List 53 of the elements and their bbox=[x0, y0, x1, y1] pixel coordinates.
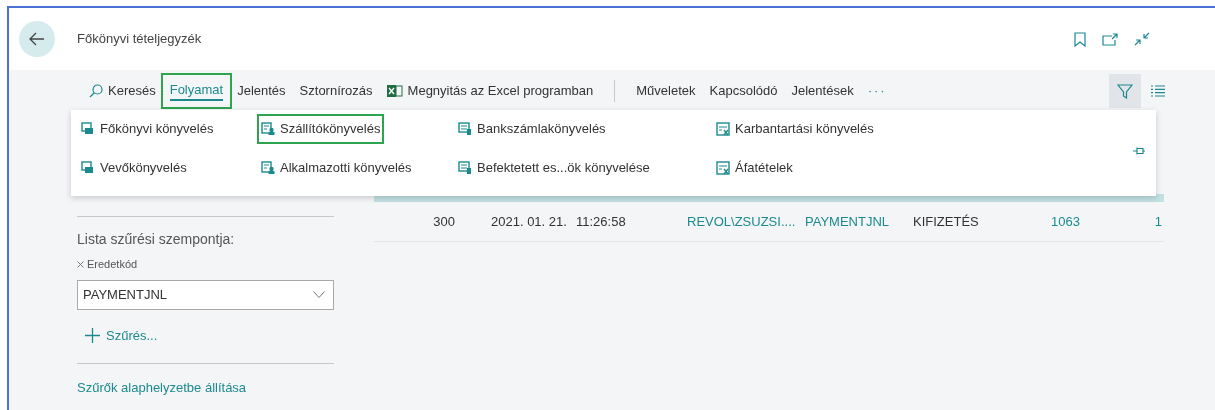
menu-item[interactable]: Áfatételek bbox=[714, 155, 795, 181]
table-link[interactable]: PAYMENTJNL bbox=[805, 213, 890, 229]
filter-icon bbox=[1117, 83, 1133, 99]
back-button[interactable] bbox=[19, 21, 55, 57]
action-tab[interactable]: Sztornírozás bbox=[292, 75, 380, 107]
journal-icon bbox=[81, 161, 95, 175]
action-tab[interactable]: Műveletek bbox=[629, 75, 703, 107]
table-link[interactable]: REVOL\ZSUZSI.... bbox=[687, 213, 796, 229]
plus-icon bbox=[85, 327, 100, 343]
menu-item[interactable]: Vevőkönyvelés bbox=[79, 155, 189, 181]
chevron-down-icon bbox=[313, 291, 325, 298]
journal-icon bbox=[716, 161, 730, 175]
table-cell: 300 bbox=[433, 213, 455, 229]
search-icon bbox=[89, 84, 103, 98]
table-cell: KIFIZETÉS bbox=[913, 213, 979, 229]
pin-icon[interactable] bbox=[1132, 146, 1146, 156]
spreadsheet-icon bbox=[386, 84, 403, 98]
collapse-icon[interactable] bbox=[1134, 32, 1150, 46]
menu-item[interactable]: Bankszámlakönyvelés bbox=[456, 116, 608, 142]
bookmark-icon[interactable] bbox=[1074, 31, 1086, 47]
journal-icon bbox=[261, 122, 275, 136]
action-tab[interactable]: Folyamat bbox=[162, 75, 231, 107]
excel-button[interactable]: Megnyitás az Excel programban bbox=[379, 75, 601, 107]
remove-filter-icon[interactable] bbox=[77, 260, 84, 268]
action-tab[interactable]: Jelentés bbox=[230, 75, 293, 107]
table-link[interactable]: 1063 bbox=[1051, 213, 1080, 229]
journal-icon bbox=[458, 122, 472, 136]
journal-icon bbox=[458, 161, 472, 175]
menu-item[interactable]: Karbantartási könyvelés bbox=[714, 116, 876, 142]
table-cell: 11:26:58 bbox=[576, 213, 626, 229]
journal-icon bbox=[261, 161, 275, 175]
journal-icon bbox=[716, 122, 730, 136]
menu-item[interactable]: Befektetett es...ök könyvelése bbox=[456, 155, 652, 181]
add-filter-button[interactable]: Szűrés... bbox=[85, 325, 158, 345]
journal-icon bbox=[81, 122, 95, 136]
action-tab[interactable]: Jelentések bbox=[784, 75, 861, 107]
filter-button[interactable] bbox=[1109, 74, 1141, 108]
back-arrow-icon bbox=[29, 32, 45, 46]
menu-item[interactable]: Szállítókönyvelés bbox=[259, 116, 383, 142]
page-title: Főkönyvi tételjegyzék bbox=[77, 30, 202, 49]
table-cell: 2021. 01. 21. bbox=[491, 213, 567, 229]
open-in-new-window-icon[interactable] bbox=[1102, 32, 1118, 46]
menu-item[interactable]: Alkalmazotti könyvelés bbox=[259, 155, 414, 181]
menu-item[interactable]: Főkönyvi könyvelés bbox=[79, 116, 216, 142]
more-button[interactable]: ··· bbox=[860, 75, 894, 107]
search-button[interactable]: Keresés bbox=[82, 75, 163, 107]
list-view-icon[interactable] bbox=[1151, 85, 1165, 97]
filter-field-label: Eredetkód bbox=[87, 257, 138, 272]
table-link[interactable]: 1 bbox=[1154, 213, 1162, 229]
filter-heading: Lista szűrési szempontja: bbox=[77, 230, 236, 249]
reset-filters-link[interactable]: Szűrők alaphelyzetbe állítása bbox=[77, 378, 247, 398]
filter-value-dropdown[interactable]: PAYMENTJNL bbox=[77, 279, 334, 310]
action-tab[interactable]: Kapcsolódó bbox=[702, 75, 785, 107]
